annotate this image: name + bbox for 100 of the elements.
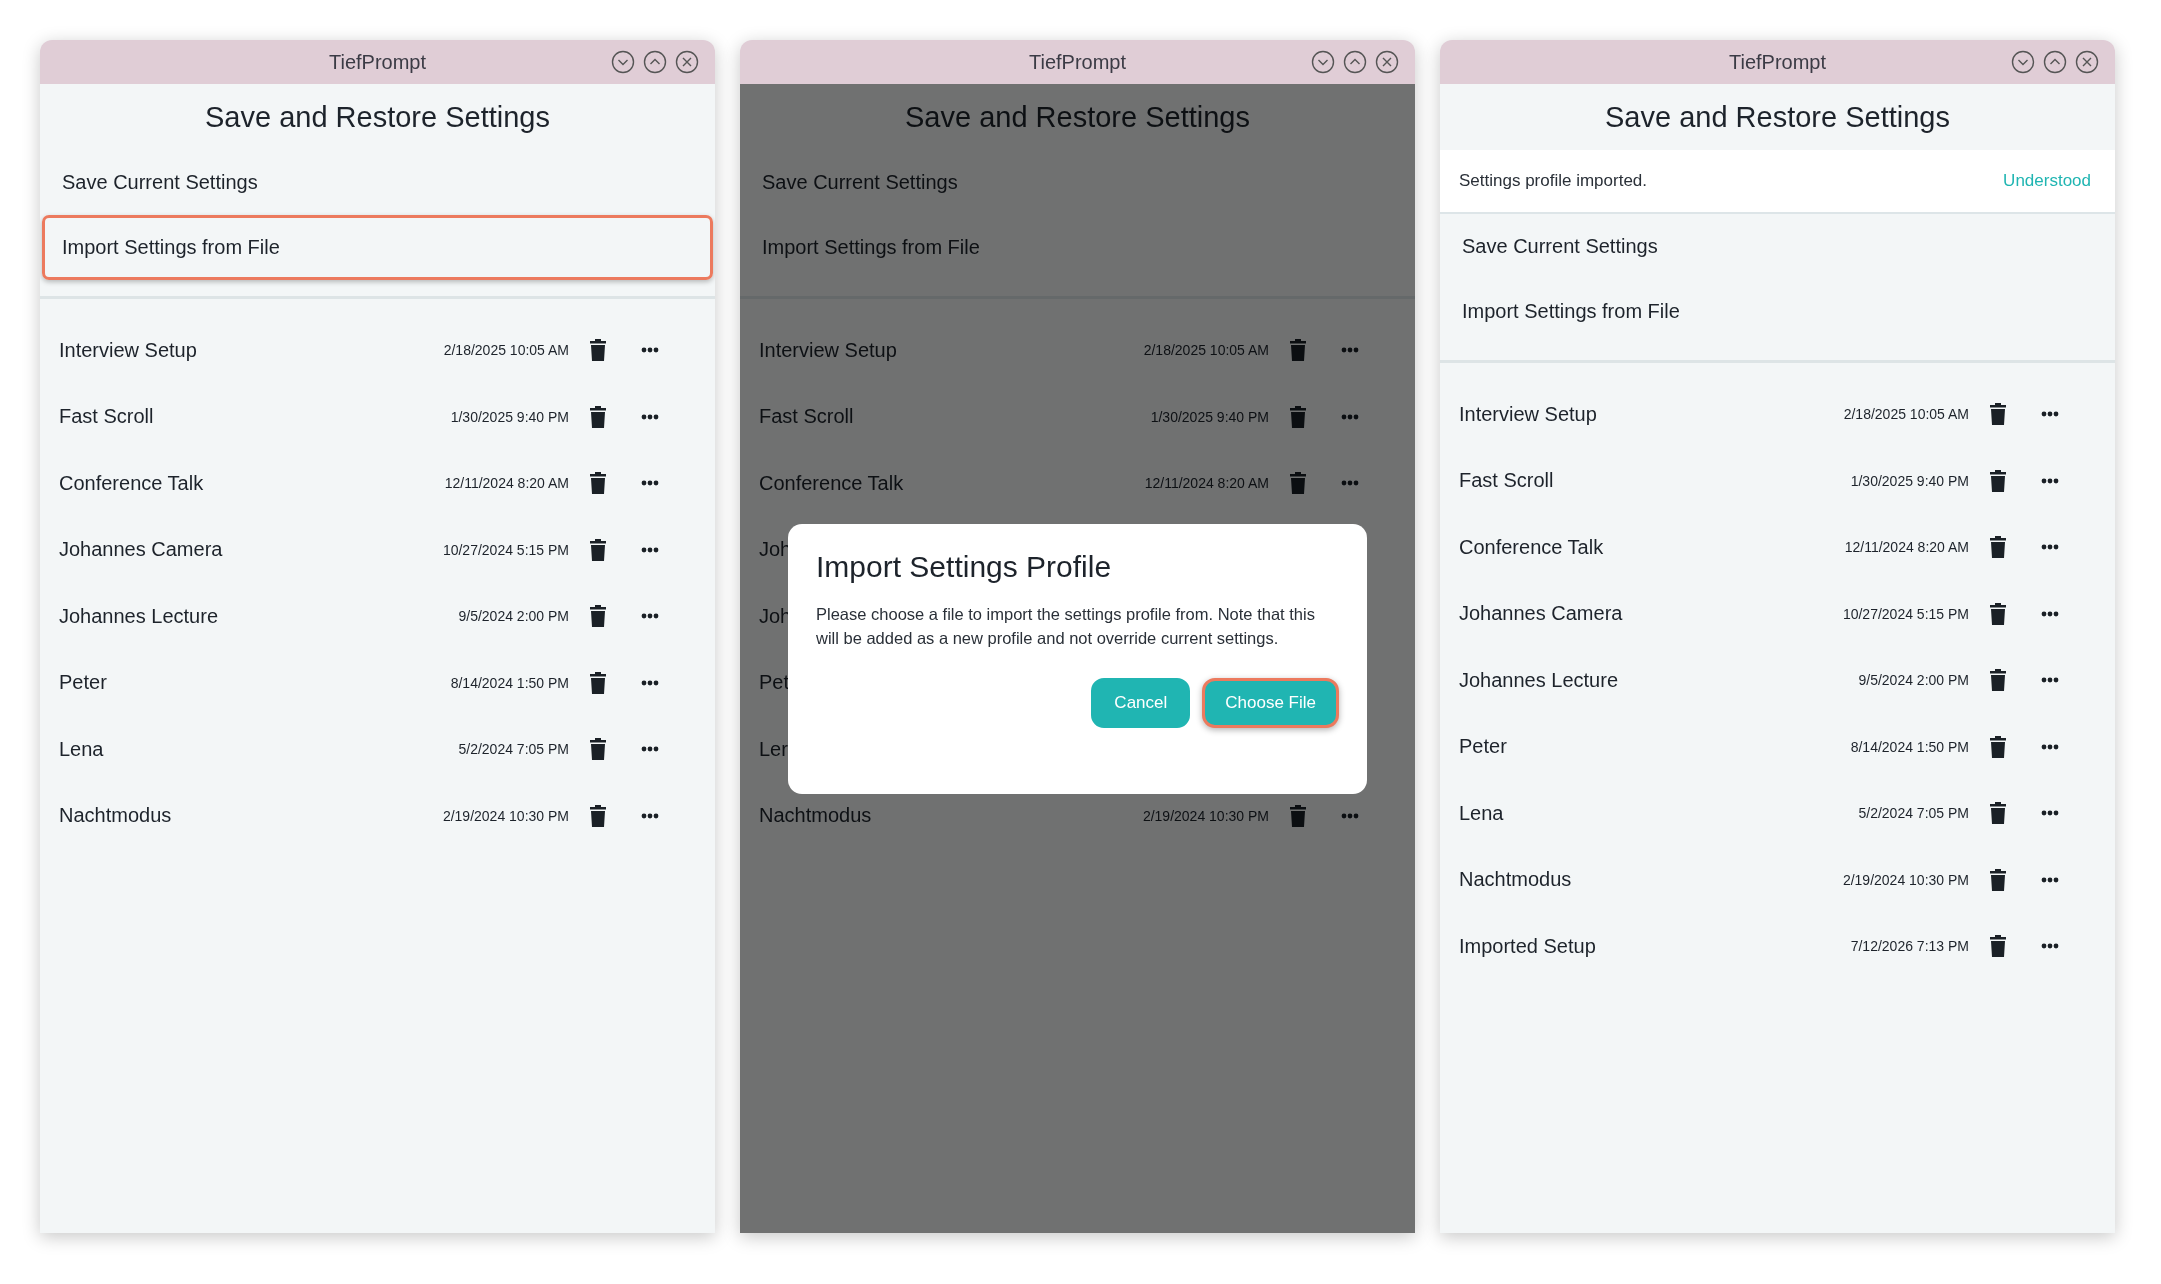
profile-date: 1/30/2025 9:40 PM: [1850, 472, 1969, 489]
trash-icon: [1290, 339, 1306, 362]
maximize-icon[interactable]: [643, 50, 667, 74]
minimize-icon[interactable]: [611, 50, 635, 74]
trash-icon: [1990, 536, 2006, 559]
trash-icon: [590, 339, 606, 362]
menu-item[interactable]: Save Current Settings: [42, 150, 713, 215]
trash-icon: [590, 538, 606, 561]
more-icon: [641, 480, 659, 487]
trash-icon: [1290, 804, 1306, 827]
more-icon: [641, 613, 659, 620]
profile-name: Johannes Lecture: [1459, 668, 1619, 692]
more-icon: [1341, 413, 1359, 420]
profile-date: 2/18/2025 10:05 AM: [443, 342, 569, 359]
minimize-icon[interactable]: [1311, 50, 1335, 74]
profile-name: Fast Scroll: [759, 405, 855, 429]
page-heading: Save and Restore Settings: [904, 99, 1251, 135]
profile-date: 5/2/2024 7:05 PM: [458, 741, 569, 758]
more-icon: [2041, 411, 2059, 418]
page-heading: Save and Restore Settings: [1604, 99, 1951, 135]
dialog-button[interactable]: Choose File: [1202, 678, 1339, 728]
maximize-icon[interactable]: [2043, 50, 2067, 74]
profile-name: Johannes Camera: [59, 538, 224, 562]
menu-item[interactable]: Import Settings from File: [742, 215, 1413, 280]
trash-icon: [590, 472, 606, 495]
menu-item[interactable]: Save Current Settings: [742, 150, 1413, 215]
notification-text: Settings profile imported.: [1459, 171, 1648, 191]
page-heading: Save and Restore Settings: [204, 99, 551, 135]
profile-date: 2/18/2025 10:05 AM: [1843, 406, 1969, 423]
trash-icon: [1290, 472, 1306, 495]
profile-date: 2/19/2024 10:30 PM: [1142, 807, 1269, 824]
profile-date: 8/14/2024 1:50 PM: [1850, 738, 1969, 755]
profile-name: Johannes Lecture: [59, 604, 219, 628]
more-icon: [1341, 480, 1359, 487]
dialog-title: Import Settings Profile: [816, 550, 1113, 584]
more-icon: [2041, 677, 2059, 684]
trash-icon: [1990, 802, 2006, 825]
more-icon: [2041, 544, 2059, 551]
dismiss-button[interactable]: Understood: [2003, 171, 2091, 191]
more-icon: [1341, 347, 1359, 354]
profile-name: Nachtmodus: [59, 804, 173, 828]
minimize-icon[interactable]: [2011, 50, 2035, 74]
menu-item[interactable]: Save Current Settings: [1442, 214, 2113, 279]
profile-name: Lena: [59, 737, 105, 761]
profile-date: 2/19/2024 10:30 PM: [442, 807, 569, 824]
profile-date: 8/14/2024 1:50 PM: [450, 674, 569, 691]
profile-name: Interview Setup: [759, 338, 898, 362]
trash-icon: [1290, 405, 1306, 428]
window-title: TiefPrompt: [328, 50, 427, 74]
dialog-text: Please choose a file to import the settings profile from. Note that this will be added as a new profile and not override current settings.: [816, 604, 1316, 649]
trash-icon: [590, 671, 606, 694]
maximize-icon[interactable]: [1343, 50, 1367, 74]
trash-icon: [1990, 735, 2006, 758]
menu-item[interactable]: Import Settings from File: [1442, 279, 2113, 344]
more-icon: [2041, 943, 2059, 950]
more-icon: [641, 679, 659, 686]
trash-icon: [1990, 935, 2006, 958]
trash-icon: [590, 605, 606, 628]
profile-date: 2/19/2024 10:30 PM: [1842, 871, 1969, 888]
trash-icon: [1990, 403, 2006, 426]
window-title: TiefPrompt: [1028, 50, 1127, 74]
profile-date: 7/12/2026 7:13 PM: [1850, 938, 1969, 955]
profile-date: 2/18/2025 10:05 AM: [1143, 342, 1269, 359]
close-icon[interactable]: [1375, 50, 1399, 74]
more-icon: [2041, 743, 2059, 750]
profile-name: Johannes Camera: [1459, 602, 1624, 626]
trash-icon: [1990, 602, 2006, 625]
close-icon[interactable]: [675, 50, 699, 74]
more-icon: [2041, 876, 2059, 883]
more-icon: [1341, 812, 1359, 819]
profile-date: 10/27/2024 5:15 PM: [1842, 605, 1969, 622]
more-icon: [2041, 477, 2059, 484]
more-icon: [2041, 610, 2059, 617]
profile-name: Fast Scroll: [59, 405, 155, 429]
menu-item[interactable]: Import Settings from File: [42, 215, 713, 280]
profile-name: Nachtmodus: [759, 804, 873, 828]
trash-icon: [590, 405, 606, 428]
window-title: TiefPrompt: [1728, 50, 1827, 74]
trash-icon: [1990, 469, 2006, 492]
profile-date: 9/5/2024 2:00 PM: [1858, 672, 1969, 689]
profile-date: 1/30/2025 9:40 PM: [450, 408, 569, 425]
profile-name: Pet: [759, 671, 791, 695]
trash-icon: [1990, 669, 2006, 692]
dialog-button[interactable]: Cancel: [1091, 678, 1191, 728]
profile-date: 12/11/2024 8:20 AM: [1844, 539, 1969, 556]
more-icon: [641, 413, 659, 420]
more-icon: [2041, 810, 2059, 817]
profile-name: Interview Setup: [59, 338, 198, 362]
more-icon: [641, 347, 659, 354]
profile-name: Conference Talk: [1459, 535, 1605, 559]
trash-icon: [1990, 868, 2006, 891]
profile-name: Peter: [1459, 735, 1508, 759]
more-icon: [641, 812, 659, 819]
profile-date: 1/30/2025 9:40 PM: [1150, 408, 1269, 425]
profile-name: Conference Talk: [59, 471, 205, 495]
close-icon[interactable]: [2075, 50, 2099, 74]
more-icon: [641, 746, 659, 753]
profile-date: 9/5/2024 2:00 PM: [458, 608, 569, 625]
trash-icon: [590, 738, 606, 761]
profile-date: 10/27/2024 5:15 PM: [442, 541, 569, 558]
